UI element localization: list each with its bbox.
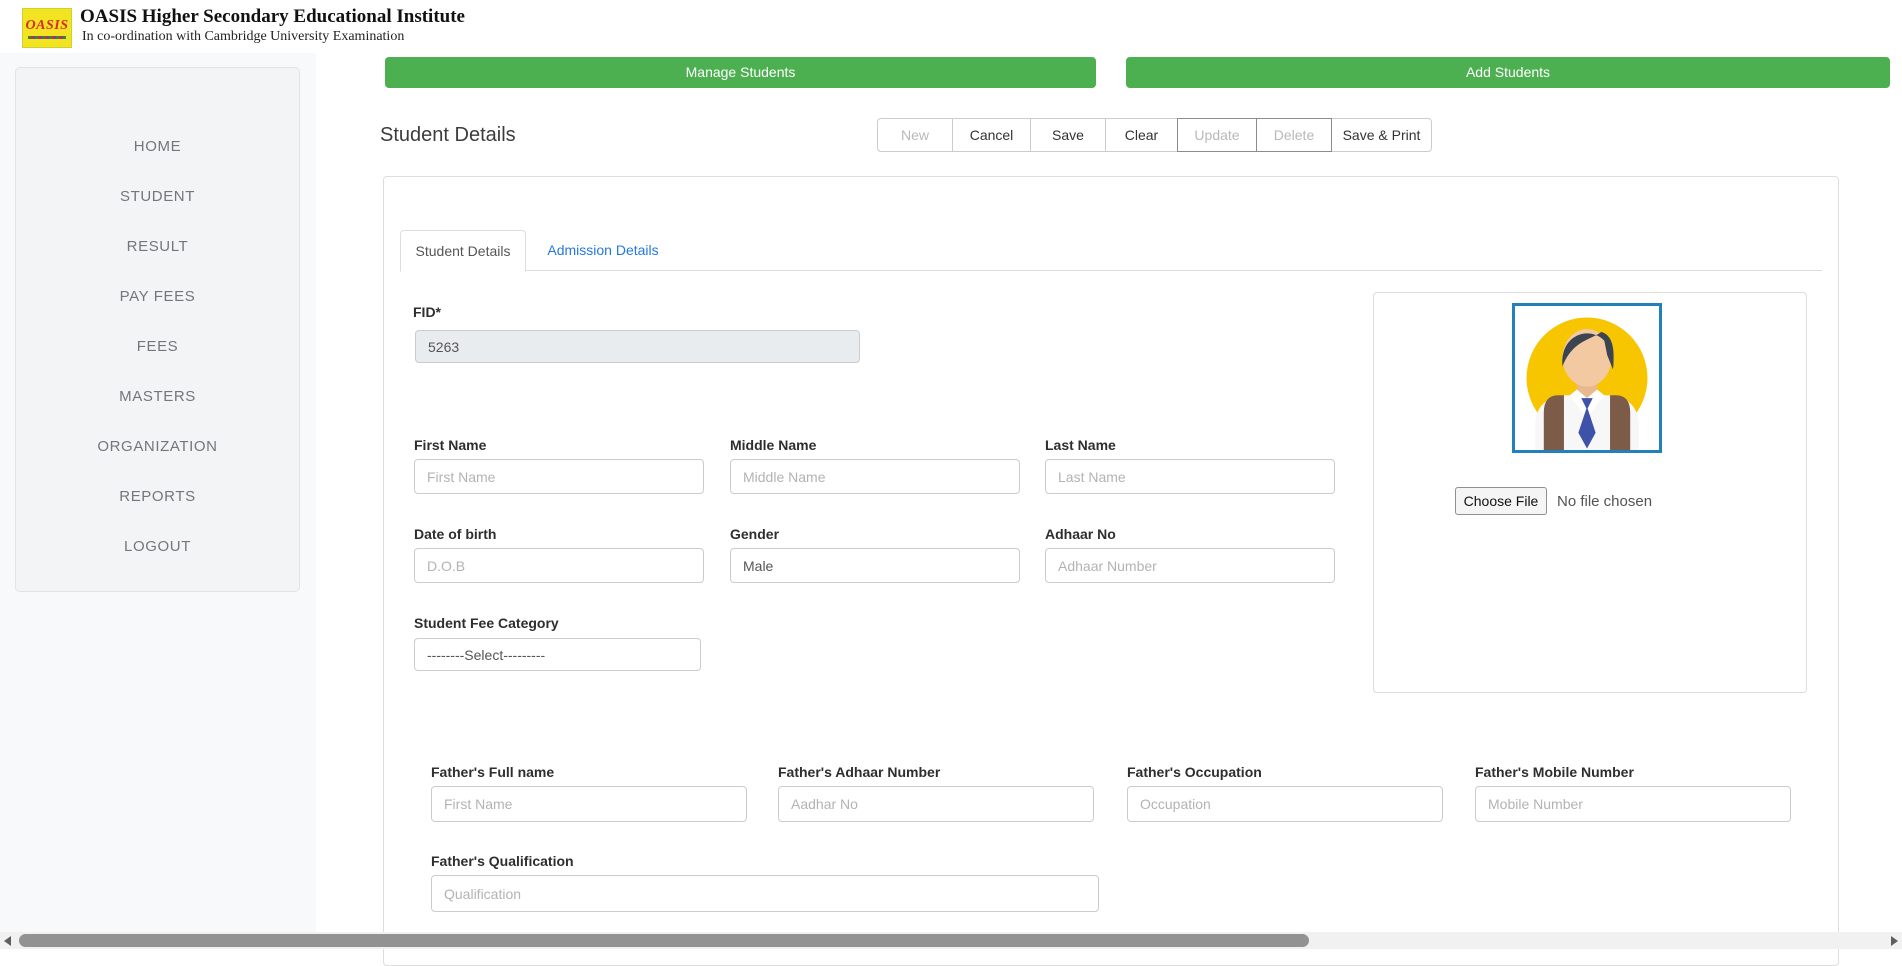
father-mobile-input[interactable]: [1475, 786, 1791, 822]
last-name-input[interactable]: [1045, 459, 1335, 494]
tab-student-details[interactable]: Student Details: [400, 230, 526, 272]
add-students-button[interactable]: Add Students: [1126, 57, 1890, 88]
clear-button[interactable]: Clear: [1105, 118, 1178, 152]
tab-admission-details[interactable]: Admission Details: [533, 230, 673, 271]
middle-name-input[interactable]: [730, 459, 1020, 494]
delete-button[interactable]: Delete: [1256, 118, 1332, 152]
update-button[interactable]: Update: [1177, 118, 1257, 152]
sidebar-item-reports[interactable]: REPORTS: [16, 472, 299, 522]
choose-file-button[interactable]: Choose File: [1455, 487, 1547, 515]
first-name-label: First Name: [414, 437, 486, 453]
file-status-text: No file chosen: [1557, 493, 1652, 510]
horizontal-scrollbar-thumb[interactable]: [19, 934, 1309, 947]
middle-name-label: Middle Name: [730, 437, 816, 453]
sidebar-item-result[interactable]: RESULT: [16, 222, 299, 272]
fid-label: FID*: [413, 304, 441, 320]
sidebar-menu: HOME STUDENT RESULT PAY FEES FEES MASTER…: [15, 67, 300, 592]
adhaar-input[interactable]: [1045, 548, 1335, 583]
sidebar-item-fees[interactable]: FEES: [16, 322, 299, 372]
gender-select[interactable]: Male: [730, 548, 1020, 583]
student-avatar: [1512, 303, 1662, 453]
fee-category-select[interactable]: --------Select---------: [414, 638, 701, 671]
scroll-right-arrow-icon[interactable]: [1891, 936, 1898, 946]
sidebar-item-student[interactable]: STUDENT: [16, 172, 299, 222]
fee-category-label: Student Fee Category: [414, 615, 559, 631]
sidebar-item-home[interactable]: HOME: [16, 122, 299, 172]
father-name-input[interactable]: [431, 786, 747, 822]
logo-decoration: [28, 36, 66, 39]
page-title: Student Details: [380, 124, 516, 147]
father-occupation-label: Father's Occupation: [1127, 764, 1262, 780]
new-button[interactable]: New: [877, 118, 953, 152]
sidebar-item-pay-fees[interactable]: PAY FEES: [16, 272, 299, 322]
fid-field: 5263: [415, 330, 860, 363]
save-button[interactable]: Save: [1030, 118, 1106, 152]
institute-title: OASIS Higher Secondary Educational Insti…: [80, 6, 465, 28]
institute-logo: OASIS: [22, 8, 72, 48]
record-toolbar: New Cancel Save Clear Update Delete Save…: [877, 118, 1432, 152]
student-avatar-icon: [1515, 306, 1659, 450]
last-name-label: Last Name: [1045, 437, 1116, 453]
father-qualification-label: Father's Qualification: [431, 853, 574, 869]
manage-students-button[interactable]: Manage Students: [385, 57, 1096, 88]
first-name-input[interactable]: [414, 459, 704, 494]
sidebar-item-masters[interactable]: MASTERS: [16, 372, 299, 422]
horizontal-scrollbar-track[interactable]: [0, 932, 1902, 949]
logo-text: OASIS: [26, 18, 69, 34]
save-print-button[interactable]: Save & Print: [1331, 118, 1432, 152]
photo-upload-row: Choose File No file chosen: [1455, 487, 1652, 515]
adhaar-label: Adhaar No: [1045, 526, 1116, 542]
cancel-button[interactable]: Cancel: [952, 118, 1031, 152]
scroll-left-arrow-icon[interactable]: [4, 936, 11, 946]
father-qualification-input[interactable]: [431, 875, 1099, 912]
institute-subtitle: In co-ordination with Cambridge Universi…: [82, 29, 404, 45]
dob-label: Date of birth: [414, 526, 496, 542]
father-name-label: Father's Full name: [431, 764, 554, 780]
sidebar-item-organization[interactable]: ORGANIZATION: [16, 422, 299, 472]
sidebar-item-logout[interactable]: LOGOUT: [16, 522, 299, 572]
father-mobile-label: Father's Mobile Number: [1475, 764, 1634, 780]
gender-label: Gender: [730, 526, 779, 542]
dob-input[interactable]: [414, 548, 704, 583]
father-adhaar-input[interactable]: [778, 786, 1094, 822]
father-occupation-input[interactable]: [1127, 786, 1443, 822]
sidebar: HOME STUDENT RESULT PAY FEES FEES MASTER…: [0, 53, 316, 932]
father-adhaar-label: Father's Adhaar Number: [778, 764, 940, 780]
app-header: OASIS OASIS Higher Secondary Educational…: [0, 0, 1902, 53]
